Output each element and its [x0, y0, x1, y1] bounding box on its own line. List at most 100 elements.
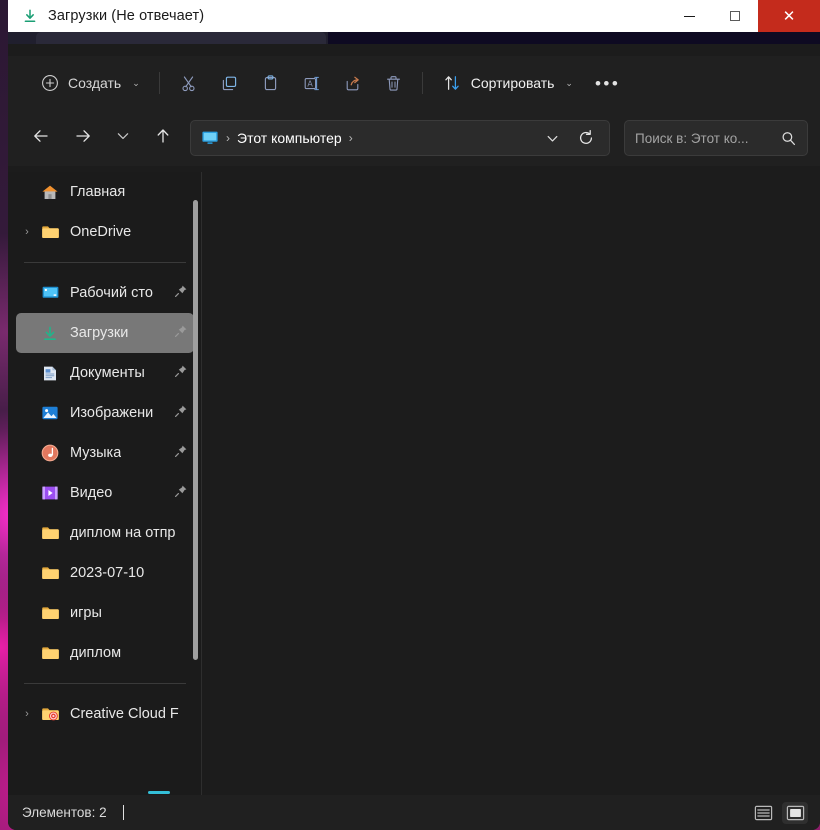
breadcrumb-separator-2[interactable]: ›: [342, 131, 360, 145]
pin-icon[interactable]: [174, 364, 188, 382]
address-bar-row: › Этот компьютер › Поиск в: Этот ко...: [8, 110, 820, 166]
breadcrumb-path[interactable]: Этот компьютер: [237, 130, 342, 146]
trash-icon: [384, 74, 403, 93]
pictures-icon: [38, 405, 62, 421]
chevron-down-icon: ⌄: [132, 77, 140, 88]
minimize-icon: [683, 15, 695, 17]
scissors-icon: [179, 74, 198, 93]
address-bar-tools: [535, 121, 603, 155]
title-bar: Загрузки (Не отвечает) ✕: [8, 0, 820, 32]
cut-button[interactable]: [168, 66, 209, 100]
delete-button[interactable]: [373, 66, 414, 100]
folder-icon: [38, 565, 62, 581]
sidebar-item-рабочий-сто[interactable]: Рабочий сто: [16, 273, 194, 313]
navigation-pane[interactable]: Главная › OneDrive Рабочий сто Загрузки Докум…: [8, 172, 202, 795]
sidebar-item-диплом[interactable]: диплом: [16, 633, 194, 673]
sidebar-item-изображени[interactable]: Изображени: [16, 393, 194, 433]
sort-arrows-icon: [442, 73, 462, 93]
rename-button[interactable]: A: [291, 66, 332, 100]
sidebar-item-документы[interactable]: Документы: [16, 353, 194, 393]
sidebar-item-музыка[interactable]: Музыка: [16, 433, 194, 473]
arrow-left-icon: [31, 126, 51, 151]
maximize-icon: [730, 11, 740, 21]
chevron-down-icon: [114, 127, 132, 150]
close-button[interactable]: ✕: [758, 0, 820, 32]
sidebar-item-label: Документы: [70, 365, 145, 381]
sidebar-item-label: диплом на отпр: [70, 525, 176, 541]
desktop-icon: [38, 285, 62, 301]
up-button[interactable]: [146, 121, 180, 155]
copy-button[interactable]: [209, 66, 250, 100]
sort-button[interactable]: Сортировать ⌄: [431, 66, 584, 100]
plus-circle-icon: [41, 74, 59, 92]
recent-locations-button[interactable]: [106, 121, 140, 155]
sidebar-item-label: Creative Cloud F: [70, 706, 179, 722]
pin-icon[interactable]: [174, 444, 188, 462]
arrow-up-icon: [153, 126, 173, 151]
chevron-right-icon[interactable]: ›: [16, 226, 38, 238]
address-dropdown-button[interactable]: [535, 121, 569, 155]
command-bar: Создать ⌄ A Сортировать ⌄ •••: [8, 56, 820, 110]
download-icon: [38, 325, 62, 342]
toolbar-divider-2: [421, 72, 423, 94]
sidebar-item-label: Изображени: [70, 405, 154, 421]
refresh-button[interactable]: [569, 121, 603, 155]
new-button-label: Создать: [68, 75, 122, 91]
search-icon[interactable]: [780, 130, 797, 147]
sidebar-item-label: Главная: [70, 184, 126, 200]
search-placeholder: Поиск в: Этот ко...: [635, 130, 749, 146]
window-title: Загрузки (Не отвечает): [48, 8, 205, 24]
sidebar-item-label: Загрузки: [70, 325, 129, 341]
text-caret: [122, 805, 124, 820]
rename-icon: A: [302, 74, 321, 93]
tab-active[interactable]: [36, 32, 326, 44]
sidebar-item-creative-cloud-f[interactable]: › Creative Cloud F: [16, 694, 194, 734]
sidebar-scrollbar-thumb[interactable]: [193, 200, 198, 660]
file-list-pane[interactable]: [202, 172, 820, 795]
onedrive-folder-icon: [38, 224, 62, 240]
more-options-button[interactable]: •••: [584, 66, 631, 100]
pin-icon[interactable]: [174, 484, 188, 502]
details-view-icon[interactable]: [750, 802, 776, 824]
view-toggle-group: [750, 801, 808, 824]
sidebar-item-label: Музыка: [70, 445, 122, 461]
sidebar-item-диплом-на-отпр[interactable]: диплом на отпр: [16, 513, 194, 553]
chevron-right-icon[interactable]: ›: [16, 708, 38, 720]
arrow-right-icon: [73, 126, 93, 151]
sidebar-item-label: Рабочий сто: [70, 285, 153, 301]
pin-icon[interactable]: [174, 284, 188, 302]
new-button[interactable]: Создать ⌄: [30, 66, 151, 100]
sort-button-label: Сортировать: [470, 75, 555, 91]
sidebar-item-игры[interactable]: игры: [16, 593, 194, 633]
svg-text:A: A: [307, 79, 313, 88]
pin-icon[interactable]: [174, 404, 188, 422]
pin-icon[interactable]: [174, 324, 188, 342]
sidebar-item-label: игры: [70, 605, 102, 621]
paste-button[interactable]: [250, 66, 291, 100]
share-button[interactable]: [332, 66, 373, 100]
folder-icon: [38, 645, 62, 661]
sidebar-item-загрузки[interactable]: Загрузки: [16, 313, 194, 353]
breadcrumb[interactable]: › Этот компьютер ›: [190, 120, 610, 156]
back-button[interactable]: [24, 121, 58, 155]
documents-icon: [38, 365, 62, 382]
ellipsis-icon: •••: [594, 73, 621, 93]
copy-icon: [220, 74, 239, 93]
forward-button[interactable]: [66, 121, 100, 155]
breadcrumb-separator-1: ›: [226, 131, 230, 145]
minimize-button[interactable]: [666, 0, 712, 32]
home-icon: [38, 184, 62, 201]
sidebar-item-главная[interactable]: Главная: [16, 172, 194, 212]
tab-strip-empty-area: [328, 32, 820, 44]
status-bar: Элементов: 2: [8, 795, 820, 830]
search-input[interactable]: Поиск в: Этот ко...: [624, 120, 808, 156]
video-icon: [38, 485, 62, 501]
sidebar-item-label: Видео: [70, 485, 113, 501]
sidebar-item-видео[interactable]: Видео: [16, 473, 194, 513]
sidebar-item-onedrive[interactable]: › OneDrive: [16, 212, 194, 252]
chevron-down-icon-sort: ⌄: [565, 77, 573, 88]
maximize-button[interactable]: [712, 0, 758, 32]
taskbar-active-indicator: [148, 791, 170, 794]
large-icons-view-icon[interactable]: [782, 801, 808, 824]
sidebar-item-2023-07-10[interactable]: 2023-07-10: [16, 553, 194, 593]
